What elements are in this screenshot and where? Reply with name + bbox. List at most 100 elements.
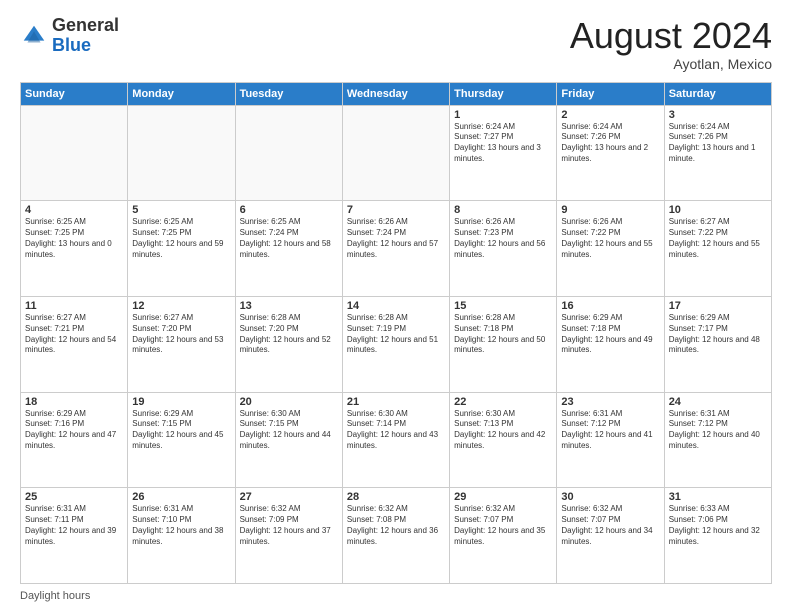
logo-blue-text: Blue xyxy=(52,36,119,56)
calendar-cell-16: 16Sunrise: 6:29 AMSunset: 7:18 PMDayligh… xyxy=(557,296,664,392)
day-info: Sunrise: 6:25 AMSunset: 7:25 PMDaylight:… xyxy=(25,217,123,260)
calendar-cell-4: 4Sunrise: 6:25 AMSunset: 7:25 PMDaylight… xyxy=(21,201,128,297)
calendar-cell-30: 30Sunrise: 6:32 AMSunset: 7:07 PMDayligh… xyxy=(557,488,664,584)
header-right: August 2024 Ayotlan, Mexico xyxy=(570,16,772,72)
footer: Daylight hours xyxy=(20,590,772,602)
day-info: Sunrise: 6:32 AMSunset: 7:09 PMDaylight:… xyxy=(240,504,338,547)
logo-text: General Blue xyxy=(52,16,119,56)
day-number: 5 xyxy=(132,204,230,216)
day-number: 1 xyxy=(454,109,552,121)
calendar-col-header-monday: Monday xyxy=(128,82,235,105)
day-number: 26 xyxy=(132,491,230,503)
calendar-cell-10: 10Sunrise: 6:27 AMSunset: 7:22 PMDayligh… xyxy=(664,201,771,297)
calendar-cell-12: 12Sunrise: 6:27 AMSunset: 7:20 PMDayligh… xyxy=(128,296,235,392)
day-info: Sunrise: 6:24 AMSunset: 7:27 PMDaylight:… xyxy=(454,122,552,165)
calendar-cell-empty xyxy=(21,105,128,201)
day-info: Sunrise: 6:24 AMSunset: 7:26 PMDaylight:… xyxy=(561,122,659,165)
header: General Blue August 2024 Ayotlan, Mexico xyxy=(20,16,772,72)
logo-general-text: General xyxy=(52,16,119,36)
day-info: Sunrise: 6:26 AMSunset: 7:24 PMDaylight:… xyxy=(347,217,445,260)
calendar-cell-31: 31Sunrise: 6:33 AMSunset: 7:06 PMDayligh… xyxy=(664,488,771,584)
month-title: August 2024 xyxy=(570,16,772,56)
day-number: 20 xyxy=(240,396,338,408)
calendar-week-row-3: 18Sunrise: 6:29 AMSunset: 7:16 PMDayligh… xyxy=(21,392,772,488)
day-number: 2 xyxy=(561,109,659,121)
calendar-cell-20: 20Sunrise: 6:30 AMSunset: 7:15 PMDayligh… xyxy=(235,392,342,488)
day-info: Sunrise: 6:27 AMSunset: 7:20 PMDaylight:… xyxy=(132,313,230,356)
day-number: 29 xyxy=(454,491,552,503)
day-info: Sunrise: 6:31 AMSunset: 7:12 PMDaylight:… xyxy=(561,409,659,452)
calendar-cell-empty xyxy=(128,105,235,201)
page: General Blue August 2024 Ayotlan, Mexico… xyxy=(0,0,792,612)
calendar-cell-27: 27Sunrise: 6:32 AMSunset: 7:09 PMDayligh… xyxy=(235,488,342,584)
day-number: 16 xyxy=(561,300,659,312)
calendar-cell-5: 5Sunrise: 6:25 AMSunset: 7:25 PMDaylight… xyxy=(128,201,235,297)
day-number: 21 xyxy=(347,396,445,408)
day-info: Sunrise: 6:27 AMSunset: 7:22 PMDaylight:… xyxy=(669,217,767,260)
calendar-week-row-2: 11Sunrise: 6:27 AMSunset: 7:21 PMDayligh… xyxy=(21,296,772,392)
calendar-cell-18: 18Sunrise: 6:29 AMSunset: 7:16 PMDayligh… xyxy=(21,392,128,488)
calendar-cell-14: 14Sunrise: 6:28 AMSunset: 7:19 PMDayligh… xyxy=(342,296,449,392)
day-number: 28 xyxy=(347,491,445,503)
day-info: Sunrise: 6:26 AMSunset: 7:23 PMDaylight:… xyxy=(454,217,552,260)
day-number: 6 xyxy=(240,204,338,216)
day-info: Sunrise: 6:29 AMSunset: 7:17 PMDaylight:… xyxy=(669,313,767,356)
location: Ayotlan, Mexico xyxy=(570,56,772,72)
day-info: Sunrise: 6:30 AMSunset: 7:14 PMDaylight:… xyxy=(347,409,445,452)
calendar-col-header-tuesday: Tuesday xyxy=(235,82,342,105)
calendar-cell-empty xyxy=(235,105,342,201)
calendar-cell-6: 6Sunrise: 6:25 AMSunset: 7:24 PMDaylight… xyxy=(235,201,342,297)
calendar-cell-3: 3Sunrise: 6:24 AMSunset: 7:26 PMDaylight… xyxy=(664,105,771,201)
day-number: 23 xyxy=(561,396,659,408)
day-info: Sunrise: 6:24 AMSunset: 7:26 PMDaylight:… xyxy=(669,122,767,165)
day-info: Sunrise: 6:25 AMSunset: 7:24 PMDaylight:… xyxy=(240,217,338,260)
calendar-col-header-thursday: Thursday xyxy=(450,82,557,105)
calendar-cell-23: 23Sunrise: 6:31 AMSunset: 7:12 PMDayligh… xyxy=(557,392,664,488)
day-number: 18 xyxy=(25,396,123,408)
day-number: 14 xyxy=(347,300,445,312)
day-info: Sunrise: 6:33 AMSunset: 7:06 PMDaylight:… xyxy=(669,504,767,547)
day-number: 12 xyxy=(132,300,230,312)
day-info: Sunrise: 6:29 AMSunset: 7:16 PMDaylight:… xyxy=(25,409,123,452)
calendar-cell-22: 22Sunrise: 6:30 AMSunset: 7:13 PMDayligh… xyxy=(450,392,557,488)
daylight-label: Daylight hours xyxy=(20,590,90,602)
day-number: 4 xyxy=(25,204,123,216)
calendar-cell-15: 15Sunrise: 6:28 AMSunset: 7:18 PMDayligh… xyxy=(450,296,557,392)
day-number: 11 xyxy=(25,300,123,312)
day-number: 10 xyxy=(669,204,767,216)
day-info: Sunrise: 6:28 AMSunset: 7:19 PMDaylight:… xyxy=(347,313,445,356)
day-number: 30 xyxy=(561,491,659,503)
calendar-cell-26: 26Sunrise: 6:31 AMSunset: 7:10 PMDayligh… xyxy=(128,488,235,584)
day-info: Sunrise: 6:25 AMSunset: 7:25 PMDaylight:… xyxy=(132,217,230,260)
calendar-cell-1: 1Sunrise: 6:24 AMSunset: 7:27 PMDaylight… xyxy=(450,105,557,201)
day-info: Sunrise: 6:28 AMSunset: 7:20 PMDaylight:… xyxy=(240,313,338,356)
calendar-cell-9: 9Sunrise: 6:26 AMSunset: 7:22 PMDaylight… xyxy=(557,201,664,297)
day-number: 31 xyxy=(669,491,767,503)
calendar-week-row-0: 1Sunrise: 6:24 AMSunset: 7:27 PMDaylight… xyxy=(21,105,772,201)
calendar-cell-28: 28Sunrise: 6:32 AMSunset: 7:08 PMDayligh… xyxy=(342,488,449,584)
day-info: Sunrise: 6:31 AMSunset: 7:12 PMDaylight:… xyxy=(669,409,767,452)
calendar-cell-25: 25Sunrise: 6:31 AMSunset: 7:11 PMDayligh… xyxy=(21,488,128,584)
day-number: 8 xyxy=(454,204,552,216)
calendar-cell-2: 2Sunrise: 6:24 AMSunset: 7:26 PMDaylight… xyxy=(557,105,664,201)
day-info: Sunrise: 6:32 AMSunset: 7:07 PMDaylight:… xyxy=(561,504,659,547)
calendar-week-row-1: 4Sunrise: 6:25 AMSunset: 7:25 PMDaylight… xyxy=(21,201,772,297)
calendar-week-row-4: 25Sunrise: 6:31 AMSunset: 7:11 PMDayligh… xyxy=(21,488,772,584)
day-number: 24 xyxy=(669,396,767,408)
calendar-cell-11: 11Sunrise: 6:27 AMSunset: 7:21 PMDayligh… xyxy=(21,296,128,392)
day-info: Sunrise: 6:27 AMSunset: 7:21 PMDaylight:… xyxy=(25,313,123,356)
day-info: Sunrise: 6:28 AMSunset: 7:18 PMDaylight:… xyxy=(454,313,552,356)
day-info: Sunrise: 6:29 AMSunset: 7:15 PMDaylight:… xyxy=(132,409,230,452)
day-number: 9 xyxy=(561,204,659,216)
day-number: 27 xyxy=(240,491,338,503)
calendar-col-header-sunday: Sunday xyxy=(21,82,128,105)
day-number: 22 xyxy=(454,396,552,408)
calendar-cell-29: 29Sunrise: 6:32 AMSunset: 7:07 PMDayligh… xyxy=(450,488,557,584)
day-number: 25 xyxy=(25,491,123,503)
calendar-cell-19: 19Sunrise: 6:29 AMSunset: 7:15 PMDayligh… xyxy=(128,392,235,488)
day-number: 15 xyxy=(454,300,552,312)
calendar-cell-empty xyxy=(342,105,449,201)
day-number: 17 xyxy=(669,300,767,312)
calendar-cell-21: 21Sunrise: 6:30 AMSunset: 7:14 PMDayligh… xyxy=(342,392,449,488)
logo: General Blue xyxy=(20,16,119,56)
